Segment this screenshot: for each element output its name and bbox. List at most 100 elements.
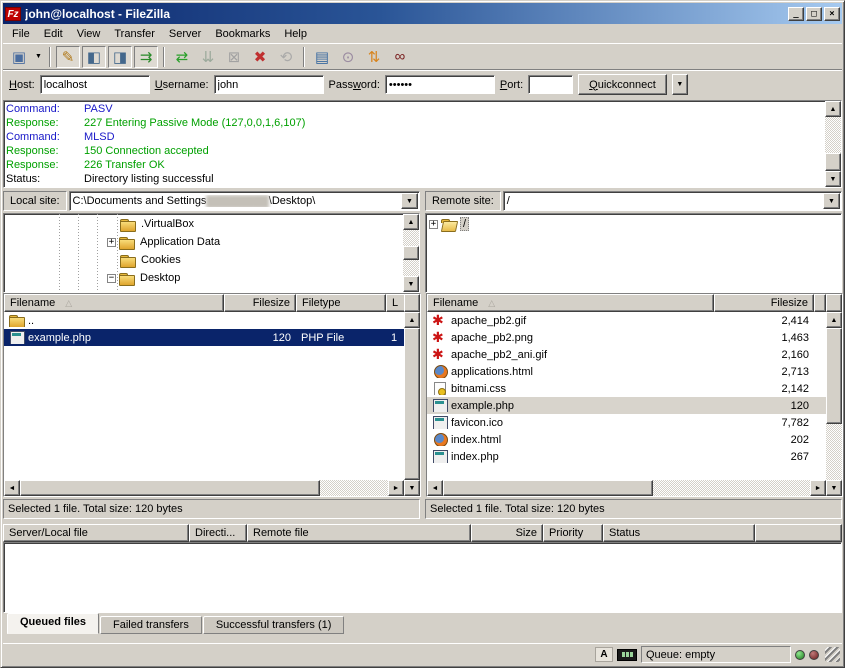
file-row[interactable]: apache_pb2.png1,463 (427, 329, 826, 346)
chevron-down-icon[interactable]: ▼ (823, 193, 840, 209)
scroll-up-icon[interactable]: ▲ (825, 101, 841, 117)
menu-item-server[interactable]: Server (162, 26, 208, 42)
local-hscrollbar[interactable]: ◄ ► (4, 480, 404, 496)
menu-item-view[interactable]: View (70, 26, 108, 42)
scroll-down-icon[interactable]: ▼ (826, 480, 842, 496)
tree-expander-icon[interactable]: + (107, 238, 116, 247)
chevron-down-icon[interactable]: ▼ (401, 193, 418, 209)
minimize-button[interactable]: _ (788, 7, 804, 21)
column-header-directi-[interactable]: Directi... (189, 524, 247, 542)
file-row[interactable]: example.php120PHP File1 (4, 329, 404, 346)
quickconnect-button[interactable]: Quickconnect (578, 74, 667, 95)
toggle-remote-tree-icon[interactable]: ◨ (108, 46, 132, 68)
column-header-remote-file[interactable]: Remote file (247, 524, 471, 542)
scroll-up-icon[interactable]: ▲ (826, 312, 842, 328)
local-vscrollbar[interactable]: ▲ ▼ (404, 312, 420, 496)
scroll-thumb[interactable] (826, 328, 842, 424)
directory-comparison-icon[interactable]: ⊙ (336, 46, 360, 68)
tree-expander-icon[interactable]: − (107, 274, 116, 283)
scroll-right-icon[interactable]: ► (388, 480, 404, 496)
column-header-priority[interactable]: Priority (543, 524, 603, 542)
tab-successful-transfers-1-[interactable]: Successful transfers (1) (203, 616, 345, 634)
scroll-down-icon[interactable]: ▼ (825, 171, 841, 187)
file-row[interactable]: applications.html2,713 (427, 363, 826, 380)
menu-item-bookmarks[interactable]: Bookmarks (208, 26, 277, 42)
menu-item-file[interactable]: File (5, 26, 37, 42)
file-row[interactable]: index.html202 (427, 431, 826, 448)
local-tree-scrollbar[interactable]: ▲ ▼ (403, 214, 419, 292)
column-header-status[interactable]: Status (603, 524, 755, 542)
scroll-thumb[interactable] (403, 246, 419, 260)
remote-vscrollbar[interactable]: ▲ ▼ (826, 312, 842, 496)
toggle-local-tree-icon[interactable]: ◧ (82, 46, 106, 68)
scroll-thumb[interactable] (443, 480, 653, 496)
site-manager-dropdown-icon[interactable]: ▼ (32, 46, 45, 68)
tree-item[interactable]: − Desktop (4, 269, 403, 287)
tree-item[interactable]: + Application Data (4, 233, 403, 251)
tab-failed-transfers[interactable]: Failed transfers (100, 616, 202, 634)
file-row[interactable]: bitnami.css2,142 (427, 380, 826, 397)
filter-icon[interactable]: ▤ (310, 46, 334, 68)
file-row[interactable]: example.php120 (427, 397, 826, 414)
toggle-message-log-icon[interactable]: ✎ (56, 46, 80, 68)
site-manager-icon[interactable]: ▣ (7, 46, 31, 68)
host-field[interactable] (40, 75, 150, 94)
scroll-thumb[interactable] (20, 480, 320, 496)
log-text: 226 Transfer OK (84, 158, 165, 172)
disconnect-icon[interactable]: ✖ (248, 46, 272, 68)
port-field[interactable] (528, 75, 573, 94)
scroll-thumb[interactable] (404, 328, 420, 480)
menu-item-help[interactable]: Help (277, 26, 314, 42)
scroll-down-icon[interactable]: ▼ (403, 276, 419, 292)
scroll-left-icon[interactable]: ◄ (427, 480, 443, 496)
column-header-filesize[interactable]: Filesize (224, 294, 296, 312)
local-path[interactable]: C:\Documents and Settings████████\Deskto… (70, 195, 401, 207)
tree-item-label[interactable]: / (460, 217, 469, 231)
tree-item[interactable]: Cookies (4, 251, 403, 269)
remote-hscrollbar[interactable]: ◄ ► (427, 480, 826, 496)
local-site-combobox[interactable]: C:\Documents and Settings████████\Deskto… (69, 191, 420, 211)
column-header-filesize[interactable]: Filesize (714, 294, 814, 312)
tree-item[interactable]: +/ (426, 215, 841, 233)
resize-grip[interactable] (825, 647, 840, 662)
scroll-right-icon[interactable]: ► (810, 480, 826, 496)
toggle-transfer-queue-icon[interactable]: ⇉ (134, 46, 158, 68)
scroll-down-icon[interactable]: ▼ (404, 480, 420, 496)
close-button[interactable]: × (824, 7, 840, 21)
scroll-thumb[interactable] (825, 153, 841, 171)
scroll-up-icon[interactable]: ▲ (403, 214, 419, 230)
remote-path[interactable]: / (504, 195, 823, 207)
column-header-l[interactable]: L (386, 294, 404, 312)
password-field[interactable] (385, 75, 495, 94)
username-field[interactable] (214, 75, 324, 94)
menu-item-edit[interactable]: Edit (37, 26, 70, 42)
file-row[interactable]: .. (4, 312, 404, 329)
maximize-button[interactable]: □ (806, 7, 822, 21)
message-log-scrollbar[interactable]: ▲ ▼ (825, 101, 841, 187)
refresh-icon[interactable]: ⇄ (170, 46, 194, 68)
column-header-filetype[interactable]: Filetype (296, 294, 386, 312)
tab-queued-files[interactable]: Queued files (7, 613, 99, 634)
file-row[interactable]: index.php267 (427, 448, 826, 465)
column-header-server-local-file[interactable]: Server/Local file (3, 524, 189, 542)
tree-item-label[interactable]: Cookies (139, 254, 183, 266)
file-cell: index.php (427, 450, 714, 463)
tree-item-label[interactable]: Application Data (138, 236, 222, 248)
tree-item-label[interactable]: Desktop (138, 272, 182, 284)
tree-item[interactable]: .VirtualBox (4, 215, 403, 233)
column-header-filename[interactable]: Filename△ (427, 294, 714, 312)
column-header-filename[interactable]: Filename△ (4, 294, 224, 312)
file-row[interactable]: favicon.ico7,782 (427, 414, 826, 431)
scroll-up-icon[interactable]: ▲ (404, 312, 420, 328)
remote-site-combobox[interactable]: / ▼ (503, 191, 842, 211)
tree-expander-icon[interactable]: + (429, 220, 438, 229)
quickconnect-dropdown-icon[interactable]: ▼ (672, 74, 688, 95)
synchronized-browsing-icon[interactable]: ⇅ (362, 46, 386, 68)
file-row[interactable]: apache_pb2_ani.gif2,160 (427, 346, 826, 363)
file-row[interactable]: apache_pb2.gif2,414 (427, 312, 826, 329)
tree-item-label[interactable]: .VirtualBox (139, 218, 196, 230)
scroll-left-icon[interactable]: ◄ (4, 480, 20, 496)
menu-item-transfer[interactable]: Transfer (107, 26, 162, 42)
column-header-size[interactable]: Size (471, 524, 543, 542)
find-files-icon[interactable]: ∞ (388, 46, 412, 68)
